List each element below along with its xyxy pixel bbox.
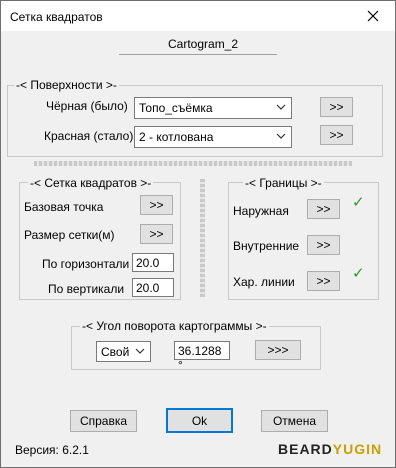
rotation-angle-input[interactable]: 36.1288 ° xyxy=(174,341,230,372)
cancel-button[interactable]: Отмена xyxy=(261,410,328,432)
inner-border-button[interactable]: >> xyxy=(307,235,340,255)
chevron-down-icon xyxy=(276,133,286,139)
horizontal-value: 20.0 xyxy=(136,256,160,270)
red-surface-value: 2 - котлована xyxy=(139,130,214,144)
vertical-value: 20.0 xyxy=(136,281,160,295)
red-surface-select[interactable]: 2 - котлована xyxy=(134,126,292,148)
red-surface-label: Красная (стало) xyxy=(44,129,134,143)
grid-size-button[interactable]: >> xyxy=(140,224,173,244)
char-lines-label: Хар. линии xyxy=(233,275,295,289)
brand-logo-part2: YUGIN xyxy=(332,441,383,457)
close-icon xyxy=(367,10,378,22)
checkmark-icon: ✓ xyxy=(352,265,365,282)
surfaces-legend: -< Поверхности >- xyxy=(14,78,119,92)
rotation-legend: -< Угол поворота картограммы >- xyxy=(80,319,269,333)
black-surface-value: Топо_съёмка xyxy=(139,101,213,115)
grid-legend: -< Сетка квадратов >- xyxy=(28,176,154,190)
rotation-mode-select[interactable]: Свой xyxy=(96,341,151,362)
cartogram-name: Cartogram_2 xyxy=(168,37,239,51)
horizontal-input[interactable]: 20.0 xyxy=(132,253,174,272)
version-label: Версия: 6.2.1 xyxy=(15,443,89,457)
black-surface-button[interactable]: >> xyxy=(320,97,353,117)
black-surface-select[interactable]: Топо_съёмка xyxy=(134,97,292,119)
rotation-mode-value: Свой xyxy=(101,345,130,359)
rotation-button[interactable]: >>> xyxy=(255,340,301,360)
brand-logo-part1: BEARD xyxy=(278,441,333,457)
vertical-input[interactable]: 20.0 xyxy=(132,278,174,297)
close-button[interactable] xyxy=(350,1,395,31)
char-lines-button[interactable]: >> xyxy=(307,271,340,291)
outer-border-label: Наружная xyxy=(233,204,289,218)
base-point-label: Базовая точка xyxy=(24,200,104,214)
help-button[interactable]: Справка xyxy=(70,410,137,432)
vertical-label: По вертикали xyxy=(48,282,125,296)
chevron-down-icon xyxy=(276,104,286,110)
dialog-window: Сетка квадратов Cartogram_2 -< Поверхнос… xyxy=(0,0,396,468)
ok-button[interactable]: Ok xyxy=(166,408,233,433)
black-surface-label: Чёрная (было) xyxy=(46,99,128,113)
window-title: Сетка квадратов xyxy=(10,10,103,24)
separator-horizontal xyxy=(34,161,352,166)
cartogram-name-underline xyxy=(119,54,277,55)
borders-legend: -< Границы >- xyxy=(243,176,324,190)
horizontal-label: По горизонтали xyxy=(42,257,130,271)
chevron-down-icon xyxy=(135,348,145,354)
red-surface-button[interactable]: >> xyxy=(320,125,353,145)
title-bar: Сетка квадратов xyxy=(1,1,395,31)
outer-border-button[interactable]: >> xyxy=(307,199,340,219)
base-point-button[interactable]: >> xyxy=(140,195,173,215)
checkmark-icon: ✓ xyxy=(352,194,365,211)
inner-border-label: Внутренние xyxy=(233,239,300,253)
grid-size-label: Размер сетки(м) xyxy=(24,228,115,242)
rotation-angle-value: 36.1288 ° xyxy=(178,344,222,372)
brand-logo: BEARDYUGIN xyxy=(278,441,382,457)
separator-vertical xyxy=(200,179,205,297)
